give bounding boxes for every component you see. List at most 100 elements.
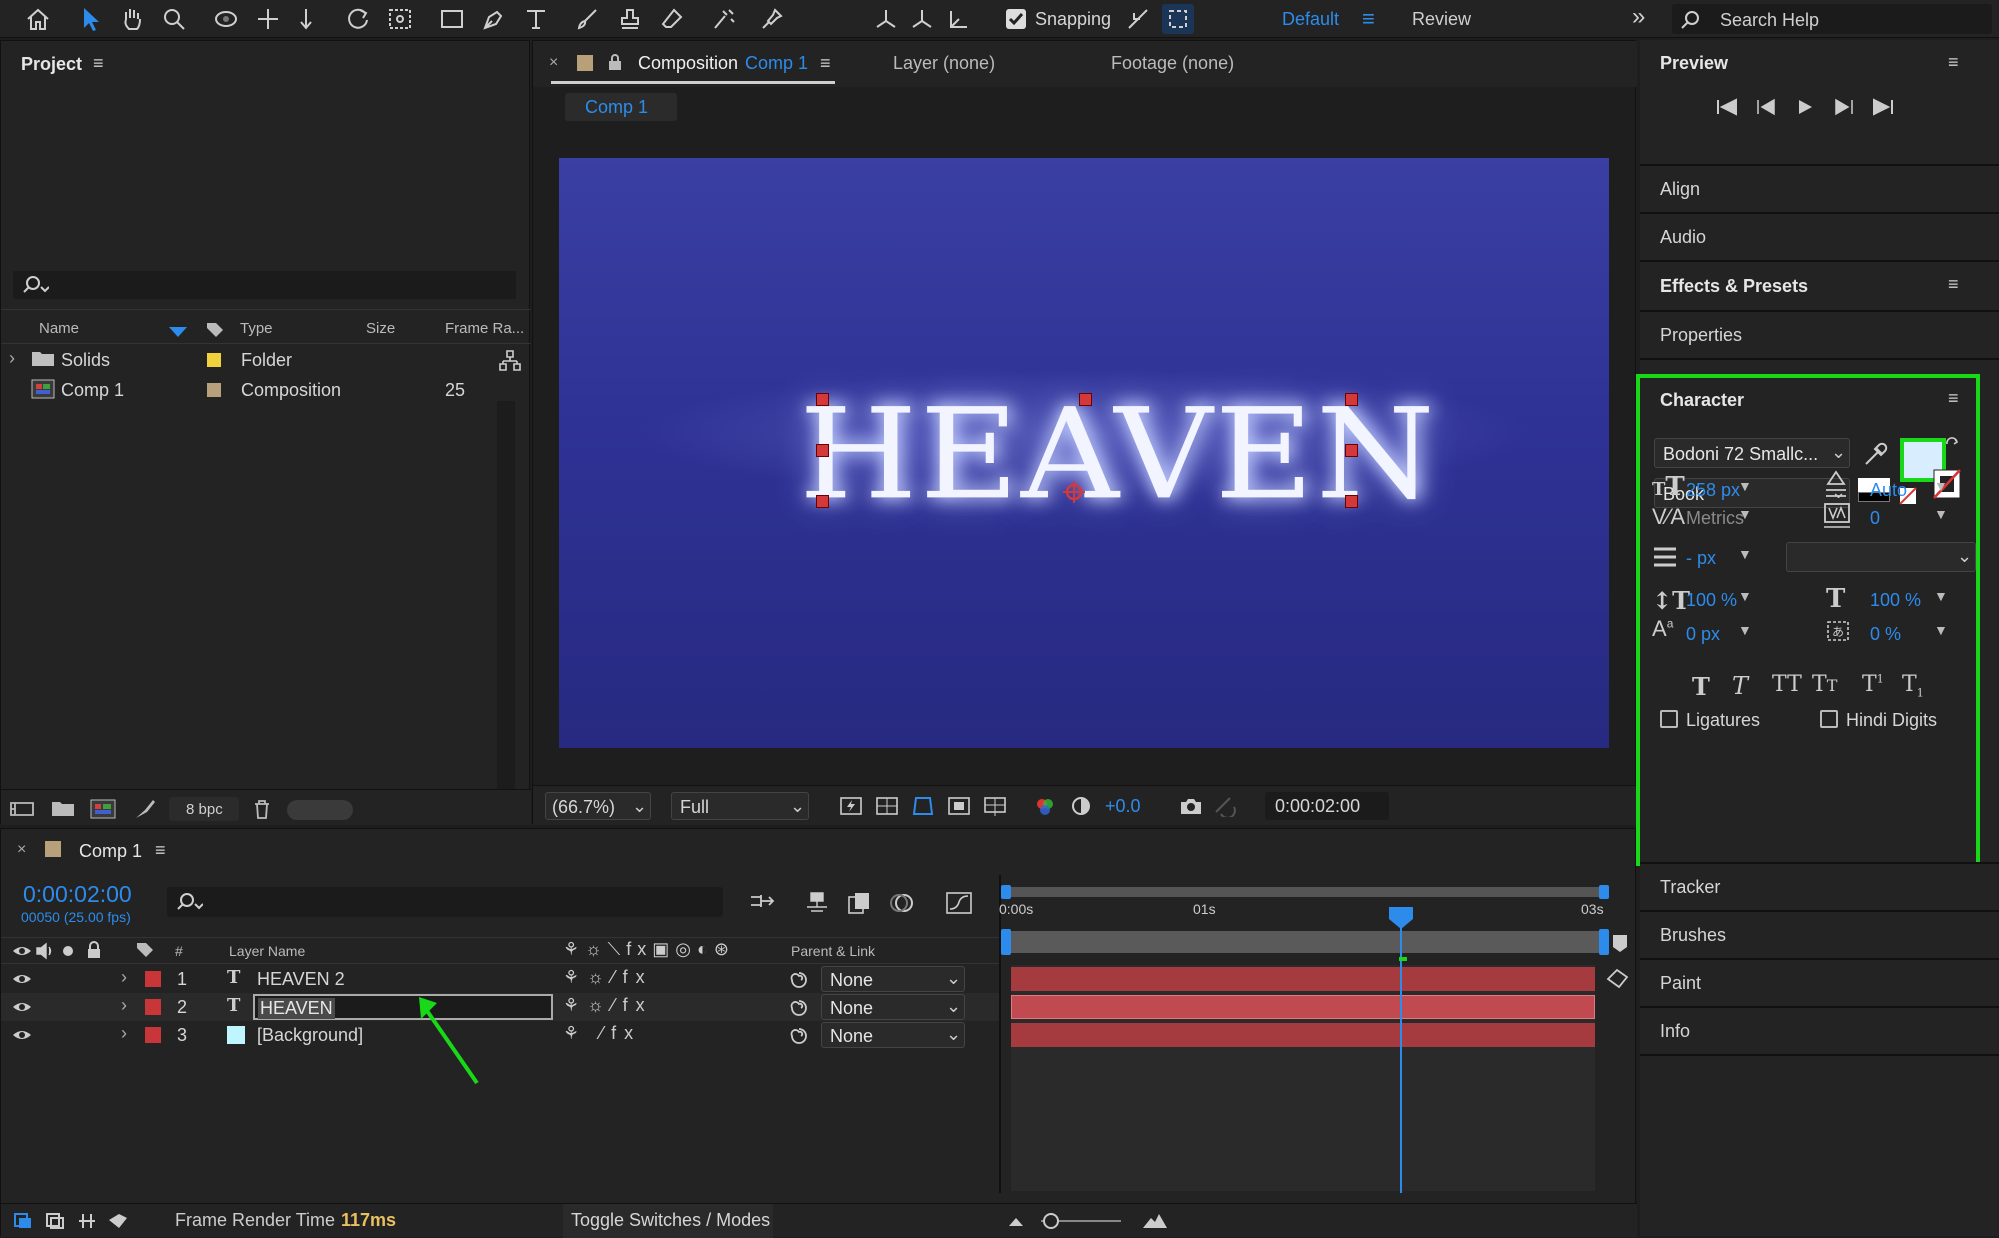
transform-handle[interactable]: [816, 393, 829, 406]
snap-edges-icon[interactable]: [1122, 4, 1154, 34]
parent-dropdown[interactable]: None ⌄: [821, 966, 965, 992]
pan-behind-tool-icon[interactable]: [384, 4, 416, 34]
graph-editor-icon[interactable]: [945, 891, 973, 915]
transform-handle[interactable]: [816, 444, 829, 457]
eraser-tool-icon[interactable]: [656, 4, 688, 34]
guides-grid-icon[interactable]: [983, 795, 1007, 817]
project-row-solids[interactable]: › Solids Folder: [1, 345, 531, 375]
new-folder-icon[interactable]: [51, 799, 77, 819]
transform-handle[interactable]: [1345, 495, 1358, 508]
motion-blur-icon[interactable]: [889, 891, 915, 915]
layer-switches-pane-icon[interactable]: [13, 1212, 33, 1230]
transform-handle[interactable]: [1079, 393, 1092, 406]
work-area-end[interactable]: [1599, 929, 1609, 955]
layer-label-color[interactable]: [145, 999, 161, 1015]
layer-tab[interactable]: Layer (none): [893, 53, 995, 74]
layer-name[interactable]: [Background]: [257, 1025, 363, 1046]
pick-whip-icon[interactable]: [789, 970, 809, 990]
label-color-swatch[interactable]: [207, 353, 221, 367]
timeline-search-input[interactable]: [167, 887, 723, 917]
comp-breadcrumb[interactable]: Comp 1: [565, 93, 677, 121]
pen-tool-icon[interactable]: [478, 4, 510, 34]
layer-switches[interactable]: ⚘☼⁄fx: [563, 995, 653, 1016]
layer-name-edit-field[interactable]: HEAVEN: [253, 994, 553, 1020]
flowchart-icon[interactable]: [499, 349, 521, 371]
layer-duration-bar[interactable]: [1011, 1023, 1595, 1047]
bit-depth-button[interactable]: 8 bpc: [169, 797, 239, 821]
reset-exposure-icon[interactable]: [1069, 795, 1093, 817]
exposure-value[interactable]: +0.0: [1105, 796, 1141, 817]
thumbnail-slider[interactable]: [287, 800, 353, 820]
in-out-pane-icon[interactable]: [77, 1212, 97, 1230]
footage-tab[interactable]: Footage (none): [1111, 53, 1234, 74]
audio-toggle-icon[interactable]: [35, 942, 55, 960]
snapshot-camera-icon[interactable]: [1179, 795, 1203, 817]
lock-toggle-icon[interactable]: [85, 941, 103, 959]
pick-whip-icon[interactable]: [789, 1026, 809, 1046]
world-axis-mode-icon[interactable]: [906, 4, 938, 34]
composition-mini-flowchart-icon[interactable]: [749, 891, 777, 913]
last-frame-icon[interactable]: [1872, 98, 1894, 116]
column-size[interactable]: Size: [366, 320, 395, 337]
project-scrollbar[interactable]: [497, 401, 515, 821]
type-tool-icon[interactable]: [520, 4, 552, 34]
solo-toggle-icon[interactable]: [63, 946, 73, 956]
transparency-grid-icon[interactable]: [875, 795, 899, 817]
effects-menu-icon[interactable]: ≡: [1948, 274, 1959, 295]
visibility-eye-icon[interactable]: [11, 999, 33, 1015]
video-toggle-icon[interactable]: [11, 943, 33, 959]
layer-row[interactable]: › 3 [Background] ⚘ ⁄fx None ⌄: [1, 1021, 1001, 1049]
project-menu-icon[interactable]: ≡: [93, 53, 104, 74]
layer-duration-bar[interactable]: [1011, 995, 1595, 1019]
close-tab-icon[interactable]: ×: [549, 54, 558, 72]
expand-chevron-icon[interactable]: ›: [121, 995, 127, 1016]
modes-pane-icon[interactable]: [45, 1212, 65, 1230]
expand-chevron-icon[interactable]: ›: [121, 1023, 127, 1044]
timeline-menu-icon[interactable]: ≡: [155, 840, 166, 861]
visibility-eye-icon[interactable]: [11, 1027, 33, 1043]
trash-icon[interactable]: [251, 798, 273, 820]
workspace-overflow-icon[interactable]: »: [1632, 3, 1645, 31]
view-axis-mode-icon[interactable]: [944, 4, 976, 34]
preview-menu-icon[interactable]: ≡: [1948, 52, 1959, 73]
rectangle-tool-icon[interactable]: [436, 4, 468, 34]
zoom-tool-icon[interactable]: [158, 4, 190, 34]
rotation-tool-icon[interactable]: [342, 4, 374, 34]
label-tag-icon[interactable]: [135, 941, 155, 959]
search-help-field[interactable]: Search Help: [1672, 4, 1992, 34]
workspace-review[interactable]: Review: [1412, 9, 1471, 30]
audio-panel[interactable]: Audio: [1640, 212, 1999, 260]
workspace-default[interactable]: Default: [1282, 9, 1339, 30]
hand-tool-icon[interactable]: [116, 4, 148, 34]
show-snapshot-icon[interactable]: [1213, 795, 1237, 817]
workspace-menu-icon[interactable]: ≡: [1362, 6, 1375, 32]
brushes-panel[interactable]: Brushes: [1640, 910, 1999, 958]
visibility-eye-icon[interactable]: [11, 971, 33, 987]
orbit-camera-icon[interactable]: [210, 4, 242, 34]
work-area-start[interactable]: [1001, 929, 1011, 955]
composition-canvas[interactable]: HEAVEN: [559, 158, 1609, 748]
lock-icon[interactable]: [607, 53, 623, 71]
layer-name[interactable]: HEAVEN 2: [257, 969, 345, 990]
zoom-in-time-icon[interactable]: [1141, 1212, 1169, 1230]
mask-visibility-icon[interactable]: [911, 795, 935, 817]
clone-stamp-tool-icon[interactable]: [614, 4, 646, 34]
close-tab-icon[interactable]: ×: [17, 841, 26, 859]
fast-previews-icon[interactable]: [839, 795, 863, 817]
composition-tab-name[interactable]: Comp 1: [745, 53, 808, 74]
parent-dropdown[interactable]: None ⌄: [821, 1022, 965, 1048]
paint-panel[interactable]: Paint: [1640, 958, 1999, 1006]
frame-blending-icon[interactable]: [847, 891, 873, 915]
tracker-panel[interactable]: Tracker: [1640, 862, 1999, 910]
local-axis-mode-icon[interactable]: [870, 4, 902, 34]
layer-switches[interactable]: ⚘ ⁄fx: [563, 1023, 641, 1044]
channel-rgb-icon[interactable]: [1033, 795, 1057, 817]
sort-down-icon[interactable]: [169, 327, 187, 337]
composition-menu-icon[interactable]: ≡: [820, 53, 831, 74]
home-icon[interactable]: [22, 4, 54, 34]
layer-label-color[interactable]: [145, 1027, 161, 1043]
navigator-start-handle[interactable]: [1001, 885, 1011, 899]
column-name[interactable]: Name: [39, 320, 79, 337]
playhead-icon[interactable]: [1387, 905, 1415, 931]
current-time-display[interactable]: 0:00:02:00: [1265, 792, 1389, 820]
